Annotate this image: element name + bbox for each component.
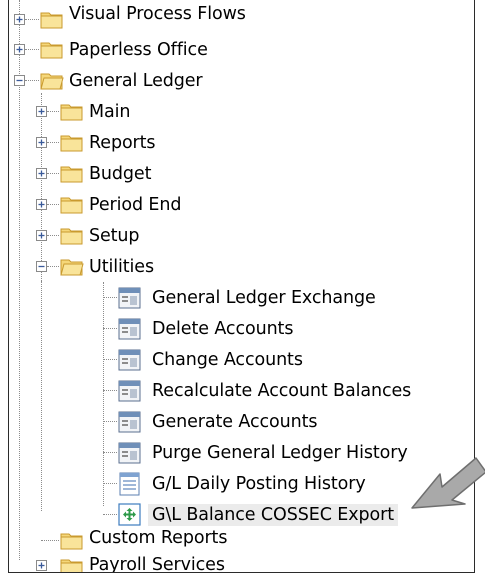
- expand-button[interactable]: [14, 44, 25, 55]
- tree-item-label: Setup: [89, 226, 140, 246]
- tree-item-visual-process-flows[interactable]: Visual Process Flows: [9, 4, 474, 36]
- tree-item-label: Purge General Ledger History: [152, 443, 408, 463]
- custom-task-icon: [118, 503, 142, 527]
- tree-item-label: Delete Accounts: [152, 319, 294, 339]
- tree-item-label: Reports: [89, 133, 156, 153]
- folder-icon: [60, 555, 84, 572]
- expand-button[interactable]: [36, 137, 47, 148]
- tree-item-general-ledger[interactable]: General Ledger: [9, 67, 474, 97]
- tree-item-label: Recalculate Account Balances: [152, 381, 412, 401]
- folder-icon: [60, 162, 84, 184]
- collapse-button[interactable]: [36, 261, 47, 272]
- tree-item-label: Custom Reports: [89, 528, 228, 548]
- task-window-icon: [118, 379, 142, 403]
- tree-item-label: Paperless Office: [69, 40, 208, 60]
- task-window-icon: [118, 441, 142, 465]
- tree-item-label: Generate Accounts: [152, 412, 318, 432]
- tree-item-gl-daily-posting-history[interactable]: G/L Daily Posting History: [9, 470, 474, 500]
- tree-item-label: Payroll Services: [89, 555, 225, 573]
- tree-item-gl-balance-cossec-export[interactable]: G\L Balance COSSEC Export: [9, 501, 474, 531]
- tree-item-label: General Ledger: [69, 71, 203, 91]
- tree-item-label: G\L Balance COSSEC Export: [148, 504, 398, 526]
- folder-icon: [60, 131, 84, 153]
- tree-item-paperless-office[interactable]: Paperless Office: [9, 36, 474, 66]
- task-window-icon: [118, 317, 142, 341]
- tree-item-label: Main: [89, 102, 131, 122]
- tree-item-label: G/L Daily Posting History: [152, 474, 366, 494]
- tree-item-label: Period End: [89, 195, 182, 215]
- report-icon: [118, 472, 142, 496]
- tree-item-period-end[interactable]: Period End: [9, 191, 474, 221]
- expand-button[interactable]: [36, 199, 47, 210]
- tree-item-payroll-services[interactable]: Payroll Services: [9, 555, 474, 572]
- task-window-icon: [118, 348, 142, 372]
- expand-button[interactable]: [14, 14, 25, 25]
- tree-item-label: Change Accounts: [152, 350, 303, 370]
- expand-button[interactable]: [36, 106, 47, 117]
- navigation-tree: Visual Process Flows Paperless Office Ge…: [8, 0, 475, 573]
- tree-item-setup[interactable]: Setup: [9, 222, 474, 252]
- tree-item-main[interactable]: Main: [9, 98, 474, 128]
- tree-item-general-ledger-exchange[interactable]: General Ledger Exchange: [9, 284, 474, 314]
- folder-open-icon: [40, 69, 64, 91]
- folder-icon: [40, 8, 64, 30]
- folder-icon: [60, 100, 84, 122]
- task-window-icon: [118, 286, 142, 310]
- folder-open-icon: [60, 255, 84, 277]
- tree-item-generate-accounts[interactable]: Generate Accounts: [9, 408, 474, 438]
- folder-icon: [60, 224, 84, 246]
- tree-item-label: Visual Process Flows: [69, 4, 246, 24]
- tree-item-utilities[interactable]: Utilities: [9, 253, 474, 283]
- folder-icon: [40, 38, 64, 60]
- folder-icon: [60, 529, 84, 551]
- task-window-icon: [118, 410, 142, 434]
- folder-icon: [60, 193, 84, 215]
- tree-item-purge-general-ledger-history[interactable]: Purge General Ledger History: [9, 439, 474, 469]
- tree-item-label: General Ledger Exchange: [152, 288, 376, 308]
- tree-item-recalculate-account-balances[interactable]: Recalculate Account Balances: [9, 377, 474, 407]
- expand-button[interactable]: [36, 230, 47, 241]
- tree-item-delete-accounts[interactable]: Delete Accounts: [9, 315, 474, 345]
- tree-item-label: Budget: [89, 164, 152, 184]
- tree-item-reports[interactable]: Reports: [9, 129, 474, 159]
- collapse-button[interactable]: [14, 75, 25, 86]
- tree-item-change-accounts[interactable]: Change Accounts: [9, 346, 474, 376]
- tree-item-budget[interactable]: Budget: [9, 160, 474, 190]
- expand-button[interactable]: [36, 168, 47, 179]
- expand-button[interactable]: [36, 560, 47, 571]
- tree-item-label: Utilities: [89, 257, 154, 277]
